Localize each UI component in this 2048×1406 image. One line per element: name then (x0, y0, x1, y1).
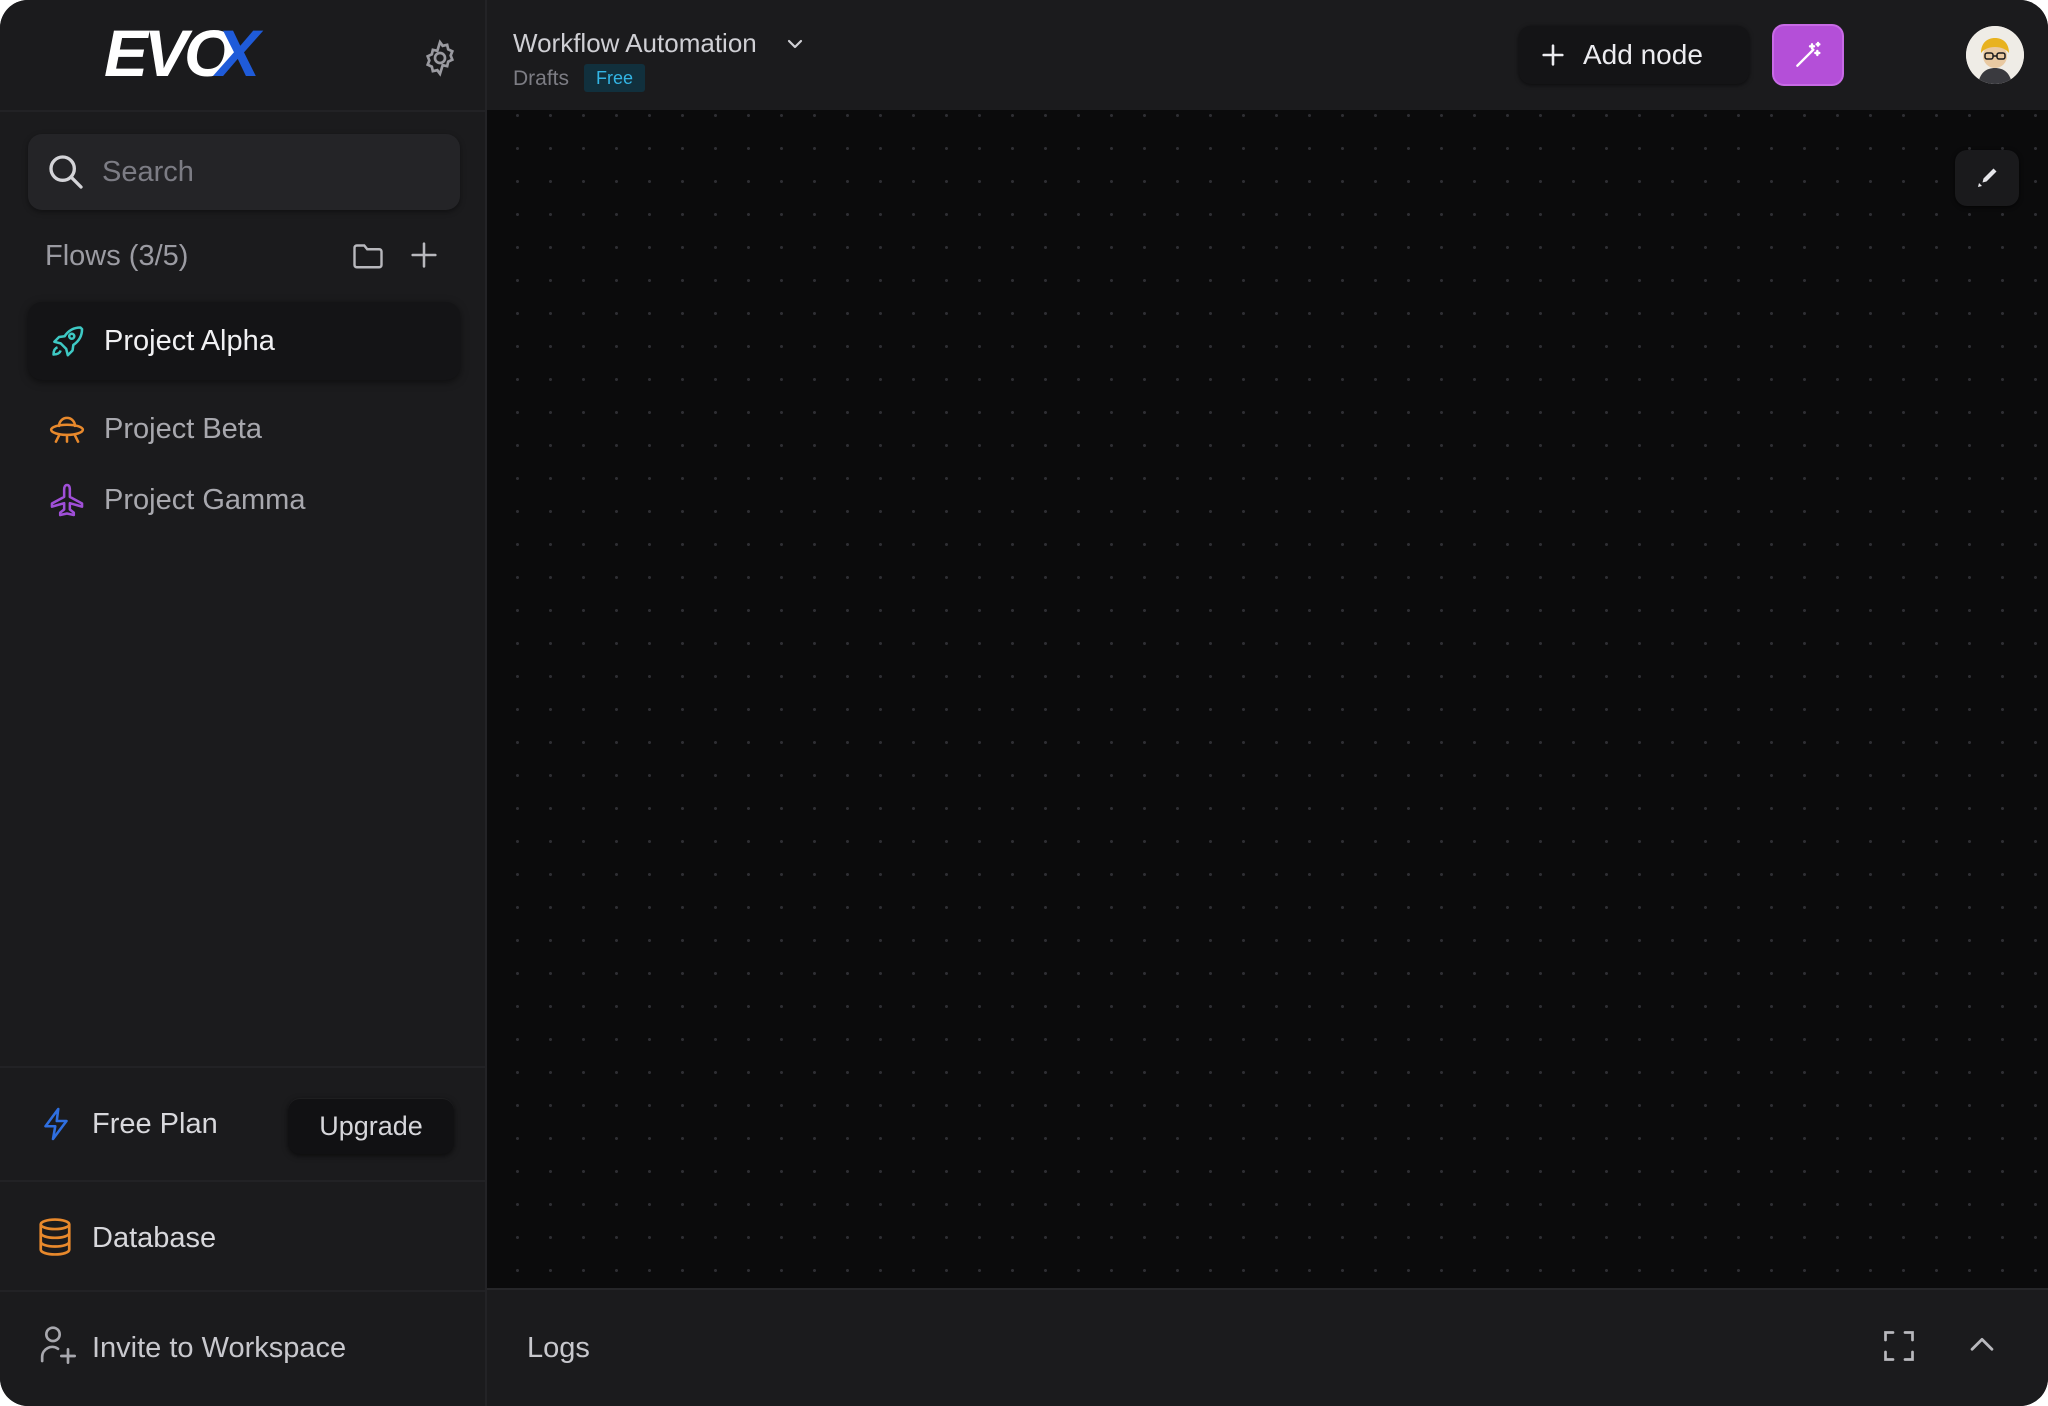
plan-row: Free Plan Upgrade (0, 1066, 485, 1182)
flow-item-label: Project Alpha (104, 325, 275, 357)
gear-icon[interactable] (420, 38, 460, 78)
search-icon (49, 155, 83, 189)
upgrade-button[interactable]: Upgrade (288, 1098, 454, 1154)
evox-logo: EVO X (104, 18, 264, 88)
pen-icon (1978, 168, 1997, 187)
search-placeholder: Search (102, 156, 194, 188)
search-input[interactable]: Search (28, 134, 460, 210)
add-node-button[interactable]: Add node (1519, 26, 1749, 84)
flow-item-label: Project Beta (104, 413, 262, 445)
fullscreen-icon[interactable] (1881, 1328, 1917, 1364)
rocket-icon (52, 326, 84, 357)
logs-panel: Logs (487, 1288, 2048, 1406)
database-label: Database (92, 1222, 217, 1254)
invite-label: Invite to Workspace (92, 1332, 347, 1364)
folder-icon[interactable] (350, 238, 386, 274)
svg-text:X: X (212, 18, 264, 88)
sidebar: EVO X Search Flows (3/5) Project Alpha P… (0, 0, 487, 1406)
flow-item-project-alpha[interactable]: Project Alpha (28, 302, 460, 380)
plan-badge: Free (584, 64, 646, 92)
app-window: EVO X Search Flows (3/5) Project Alpha P… (0, 0, 2048, 1406)
draw-tool-button[interactable] (1955, 150, 2019, 206)
flow-item-project-gamma[interactable]: Project Gamma (28, 461, 460, 539)
plane-icon (50, 483, 84, 517)
ufo-icon (49, 416, 85, 443)
add-node-label: Add node (1583, 39, 1703, 70)
flows-count-label: Flows (3/5) (45, 240, 189, 272)
logs-label: Logs (527, 1332, 590, 1364)
workflow-canvas[interactable] (487, 110, 2048, 1288)
database-icon (39, 1218, 71, 1256)
user-plus-icon (40, 1326, 76, 1364)
flow-item-label: Project Gamma (104, 484, 306, 516)
lightning-icon (44, 1107, 68, 1141)
flows-header: Flows (3/5) (45, 236, 445, 276)
plus-icon (1542, 44, 1564, 66)
plan-label: Free Plan (92, 1108, 218, 1140)
chevron-down-icon[interactable] (783, 32, 807, 56)
sidebar-header: EVO X (0, 0, 485, 112)
workflow-subtitle: Drafts (513, 67, 570, 90)
database-nav-item[interactable]: Database (0, 1180, 485, 1292)
top-bar: Workflow Automation Drafts Free Add node (487, 0, 2048, 110)
avatar-illustration (1966, 26, 2024, 84)
invite-nav-item[interactable]: Invite to Workspace (0, 1292, 485, 1406)
flow-item-project-beta[interactable]: Project Beta (28, 390, 460, 468)
magic-wand-icon (1796, 41, 1821, 67)
user-avatar[interactable] (1966, 26, 2024, 84)
add-flow-icon[interactable] (407, 238, 441, 272)
chevron-up-icon[interactable] (1965, 1328, 1999, 1362)
workflow-title[interactable]: Workflow Automation (513, 26, 757, 60)
ai-magic-button[interactable] (1774, 26, 1842, 84)
